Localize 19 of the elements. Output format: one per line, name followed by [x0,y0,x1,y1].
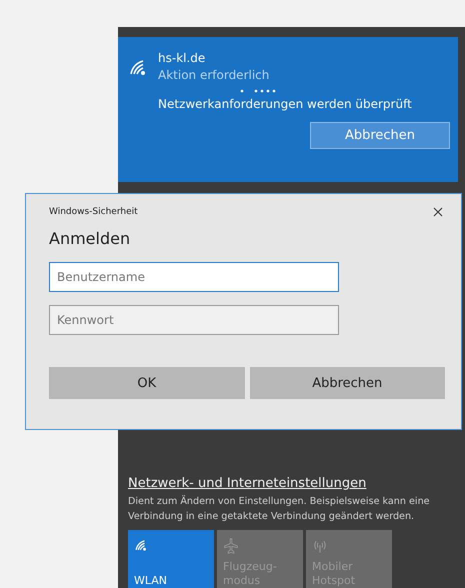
wifi-icon [134,538,148,552]
quick-action-tile[interactable]: WLAN [128,530,214,588]
wifi-icon [128,57,148,77]
cancel-button[interactable]: Abbrechen [250,367,445,399]
dialog-title: Windows-Sicherheit [49,207,138,217]
dialog-heading: Anmelden [49,229,132,248]
ok-button[interactable]: OK [49,367,244,399]
settings-link[interactable]: Netzwerk- und Interneteinstellungen [128,476,366,491]
cancel-button[interactable]: Abbrechen [310,122,450,149]
network-name: hs-kl.de [158,51,206,65]
network-status: Aktion erforderlich [158,68,270,82]
close-icon[interactable] [433,207,443,217]
status-message: Netzwerkanforderungen werden überprüft [158,97,413,111]
hotspot-icon [312,538,328,554]
airplane-icon [223,538,239,554]
settings-description: Dient zum Ändern von Einstellungen. Beispielsweise kann eine Verbindung in eine getaktete Verbindung geändert werden. [128,494,431,524]
input-field[interactable]: Kennwort [49,305,339,335]
input-field[interactable]: Benutzername [49,262,339,292]
network-card[interactable]: hs-kl.de Aktion erforderlich Netzwerkanforderungen werden überprüft Abbrechen [118,37,458,182]
